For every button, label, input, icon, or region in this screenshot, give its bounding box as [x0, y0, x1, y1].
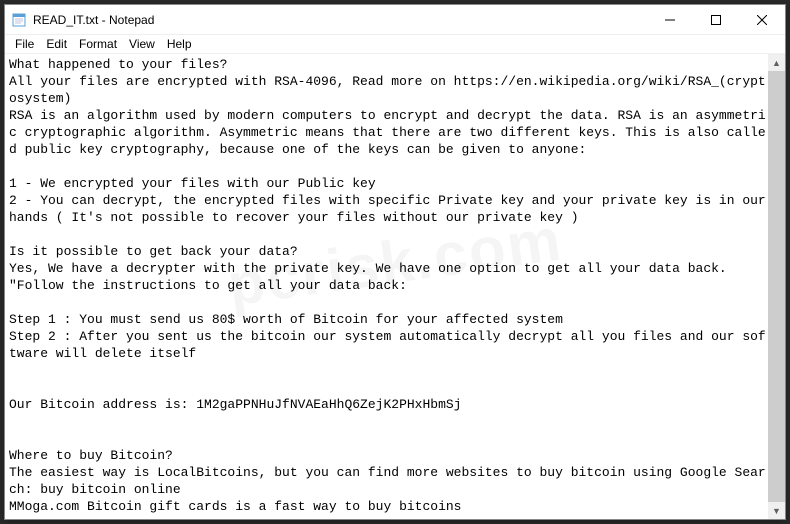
- scroll-track[interactable]: [768, 71, 785, 502]
- window-controls: [647, 5, 785, 34]
- text-content[interactable]: What happened to your files? All your fi…: [5, 54, 768, 519]
- titlebar: READ_IT.txt - Notepad: [5, 5, 785, 35]
- menu-view[interactable]: View: [123, 36, 161, 52]
- notepad-window: READ_IT.txt - Notepad File Edit Format V…: [4, 4, 786, 520]
- notepad-icon: [11, 12, 27, 28]
- menubar: File Edit Format View Help: [5, 35, 785, 54]
- scroll-up-arrow[interactable]: ▲: [768, 54, 785, 71]
- menu-file[interactable]: File: [9, 36, 40, 52]
- scroll-thumb[interactable]: [768, 71, 785, 502]
- menu-help[interactable]: Help: [161, 36, 198, 52]
- window-title: READ_IT.txt - Notepad: [33, 13, 647, 27]
- minimize-button[interactable]: [647, 5, 693, 34]
- menu-format[interactable]: Format: [73, 36, 123, 52]
- content-area: What happened to your files? All your fi…: [5, 54, 785, 519]
- maximize-button[interactable]: [693, 5, 739, 34]
- close-button[interactable]: [739, 5, 785, 34]
- menu-edit[interactable]: Edit: [40, 36, 73, 52]
- scroll-down-arrow[interactable]: ▼: [768, 502, 785, 519]
- vertical-scrollbar[interactable]: ▲ ▼: [768, 54, 785, 519]
